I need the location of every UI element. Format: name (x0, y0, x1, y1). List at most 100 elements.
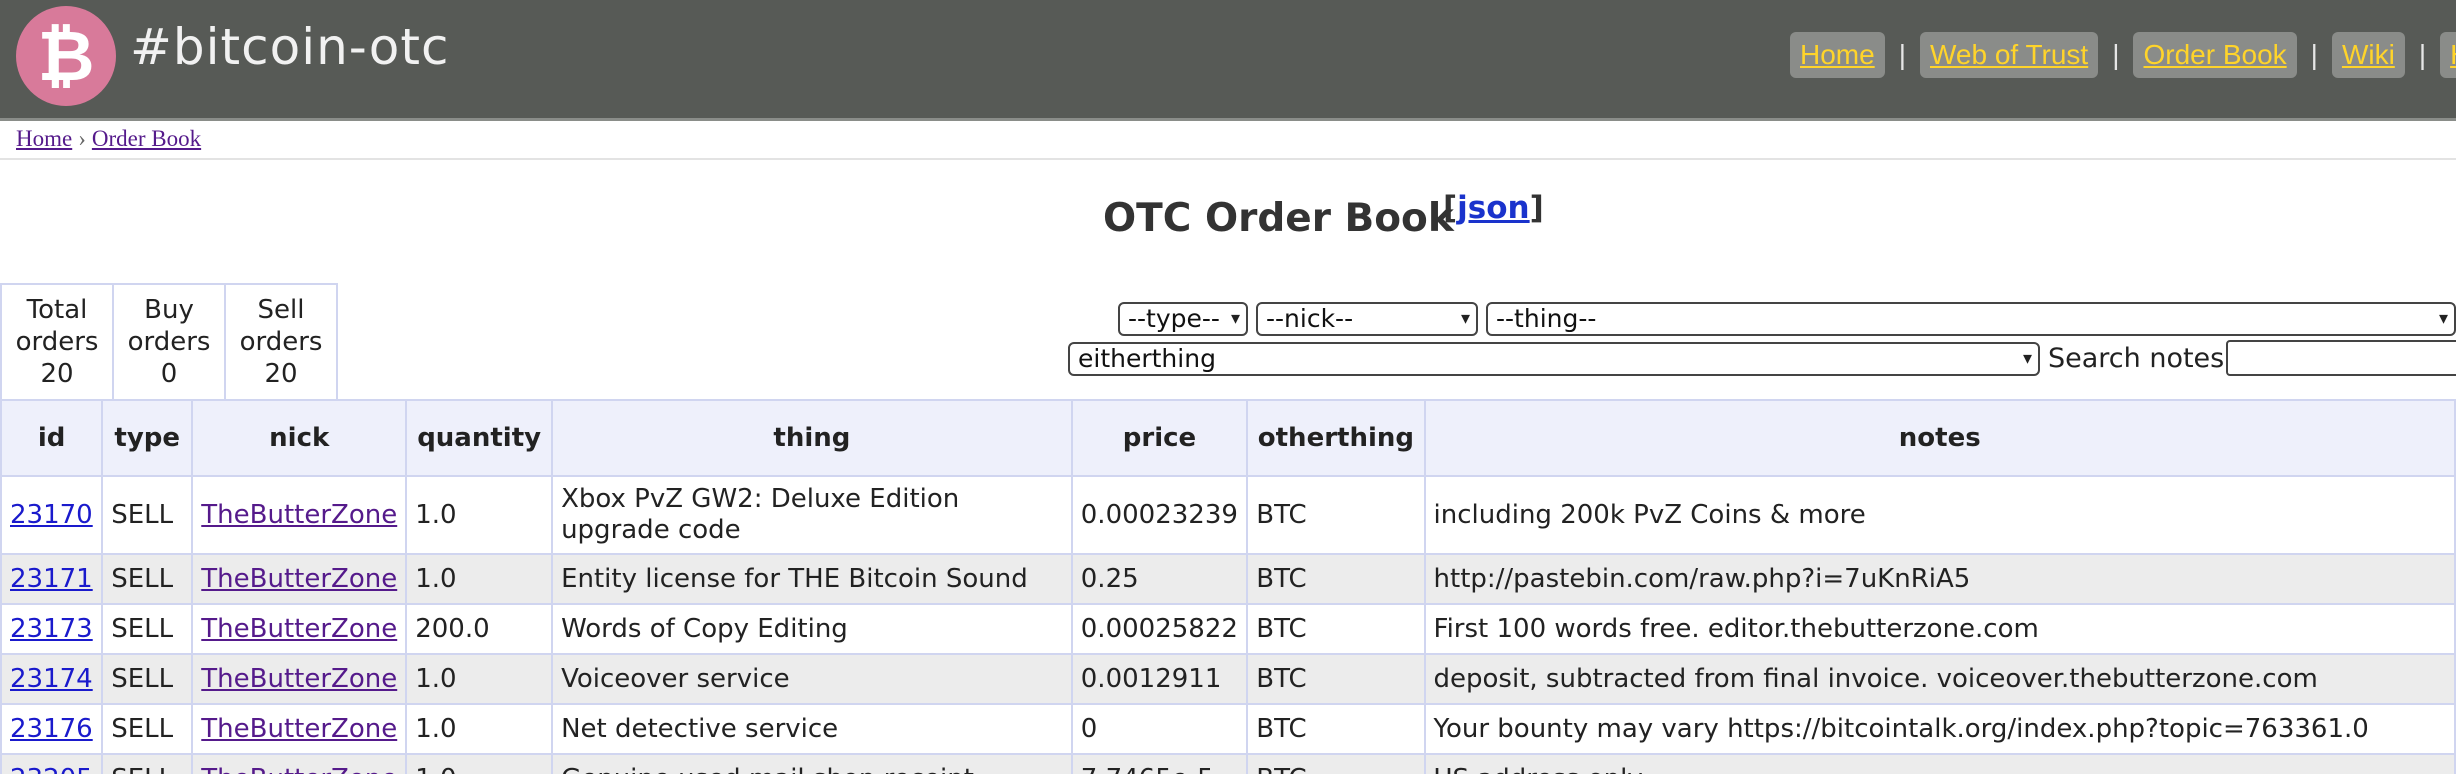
breadcrumb: Home › Order Book (16, 126, 201, 152)
stat-value: 20 (264, 359, 298, 389)
cell-id: 23170 (0, 475, 104, 555)
nick-select-value: --nick-- (1266, 304, 1354, 333)
nick-link[interactable]: TheButterZone (201, 664, 397, 694)
cell-notes: deposit, subtracted from final invoice. … (1423, 653, 2456, 705)
column-header-quantity[interactable]: quantity (405, 399, 554, 477)
cell-otherthing: BTC (1246, 753, 1426, 774)
stat-value: 0 (160, 359, 178, 389)
column-header-nick[interactable]: nick (191, 399, 408, 477)
column-header-otherthing[interactable]: otherthing (1246, 399, 1426, 477)
cell-otherthing: BTC (1246, 475, 1426, 555)
column-header-thing[interactable]: thing (551, 399, 1073, 477)
nick-link[interactable]: TheButterZone (201, 500, 397, 530)
stat-value: 20 (40, 359, 74, 389)
nav-separator: | (2310, 39, 2318, 70)
column-header-price[interactable]: price (1070, 399, 1249, 477)
order-id-link[interactable]: 23176 (10, 714, 93, 744)
cell-quantity: 1.0 (405, 475, 554, 555)
thing-text: Xbox PvZ GW2: Deluxe Edition upgrade cod… (561, 484, 960, 545)
column-header-type[interactable]: type (101, 399, 194, 477)
nick-link[interactable]: TheButterZone (201, 564, 397, 594)
stat-sell-orders: Sell orders 20 (226, 285, 338, 399)
type-select[interactable]: --type-- ▾ (1118, 302, 1248, 336)
cell-nick: TheButterZone (191, 603, 408, 655)
nav-web-of-trust[interactable]: Web of Trust (1919, 32, 2099, 78)
table-row: 23173 SELL TheButterZone 200.0 Words of … (0, 603, 2456, 655)
cell-price: 7.7465e-5 (1070, 753, 1249, 774)
cell-thing: Words of Copy Editing (551, 603, 1073, 655)
table-row: 23176 SELL TheButterZone 1.0 Net detecti… (0, 703, 2456, 755)
cell-notes: Your bounty may vary https://bitcointalk… (1423, 703, 2456, 755)
nav-home[interactable]: Home (1790, 32, 1885, 78)
order-id-link[interactable]: 23170 (10, 500, 93, 530)
cell-type: SELL (101, 753, 194, 774)
cell-id: 23176 (0, 703, 104, 755)
json-link[interactable]: json (1457, 190, 1529, 226)
stat-total-orders: Total orders 20 (2, 285, 114, 399)
breadcrumb-separator: › (78, 126, 86, 151)
cell-otherthing: BTC (1246, 703, 1426, 755)
cell-notes: including 200k PvZ Coins & more (1423, 475, 2456, 555)
order-stats: Total orders 20 Buy orders 0 Sell orders… (0, 283, 338, 401)
column-header-id[interactable]: id (0, 399, 104, 477)
order-id-link[interactable]: 23173 (10, 614, 93, 644)
breadcrumb-order-book[interactable]: Order Book (92, 126, 201, 151)
cell-nick: TheButterZone (191, 475, 408, 555)
cell-quantity: 1.0 (405, 703, 554, 755)
cell-thing: Voiceover service (551, 653, 1073, 705)
stat-label: Buy orders (127, 295, 211, 357)
cell-nick: TheButterZone (191, 553, 408, 605)
cell-notes: http://pastebin.com/raw.php?i=7uKnRiA5 (1423, 553, 2456, 605)
search-notes-label: Search notes: (2048, 343, 2234, 374)
thing-select-value: --thing-- (1496, 304, 1597, 333)
site-header: ₿ #bitcoin-otc Home | Web of Trust | Ord… (0, 0, 2456, 121)
breadcrumb-divider (0, 158, 2456, 160)
cell-nick: TheButterZone (191, 753, 408, 774)
thing-select[interactable]: --thing-- ▾ (1486, 302, 2456, 336)
nav-separator: | (2112, 39, 2120, 70)
order-table: id type nick quantity thing price othert… (0, 399, 2456, 774)
cell-id: 23173 (0, 603, 104, 655)
order-table-container: id type nick quantity thing price othert… (0, 399, 2456, 774)
cell-nick: TheButterZone (191, 703, 408, 755)
nick-link[interactable]: TheButterZone (201, 714, 397, 744)
cell-otherthing: BTC (1246, 653, 1426, 705)
stat-label: Sell orders (239, 295, 323, 357)
bitcoin-logo-icon[interactable]: ₿ (16, 6, 116, 106)
nav-order-book[interactable]: Order Book (2133, 32, 2297, 78)
nick-link[interactable]: TheButterZone (201, 764, 397, 774)
table-row: 23171 SELL TheButterZone 1.0 Entity lice… (0, 553, 2456, 605)
site-title: #bitcoin-otc (130, 18, 450, 76)
cell-quantity: 1.0 (405, 753, 554, 774)
table-row: 23205 SELL TheButterZone 1.0 Genuine use… (0, 753, 2456, 774)
nav-wiki[interactable]: Wiki (2331, 32, 2405, 78)
stat-buy-orders: Buy orders 0 (114, 285, 226, 399)
cell-notes: First 100 words free. editor.thebutterzo… (1423, 603, 2456, 655)
cell-quantity: 1.0 (405, 553, 554, 605)
json-bracket-open: [ (1443, 190, 1458, 226)
table-row: 23174 SELL TheButterZone 1.0 Voiceover s… (0, 653, 2456, 705)
order-id-link[interactable]: 23205 (10, 764, 93, 774)
order-id-link[interactable]: 23171 (10, 564, 93, 594)
cell-quantity: 1.0 (405, 653, 554, 705)
nick-select[interactable]: --nick-- ▾ (1256, 302, 1478, 336)
cell-thing: Xbox PvZ GW2: Deluxe Edition upgrade cod… (551, 475, 1073, 555)
cell-price: 0.25 (1070, 553, 1249, 605)
cell-price: 0.0012911 (1070, 653, 1249, 705)
cell-otherthing: BTC (1246, 553, 1426, 605)
otherthing-select-value: eitherthing (1078, 344, 1216, 373)
nick-link[interactable]: TheButterZone (201, 614, 397, 644)
bitcoin-glyph: ₿ (37, 15, 95, 97)
chevron-down-icon: ▾ (1460, 308, 1470, 329)
json-link-wrapper: [json] (1443, 190, 1544, 226)
otherthing-select[interactable]: eitherthing ▾ (1068, 342, 2040, 376)
stat-label: Total orders (15, 295, 99, 357)
column-header-notes[interactable]: notes (1423, 399, 2456, 477)
nav-help[interactable]: Help (2440, 32, 2456, 78)
search-notes-input[interactable] (2226, 340, 2456, 376)
cell-type: SELL (101, 703, 194, 755)
chevron-down-icon: ▾ (1230, 308, 1240, 329)
order-id-link[interactable]: 23174 (10, 664, 93, 694)
cell-type: SELL (101, 653, 194, 705)
breadcrumb-home[interactable]: Home (16, 126, 72, 151)
